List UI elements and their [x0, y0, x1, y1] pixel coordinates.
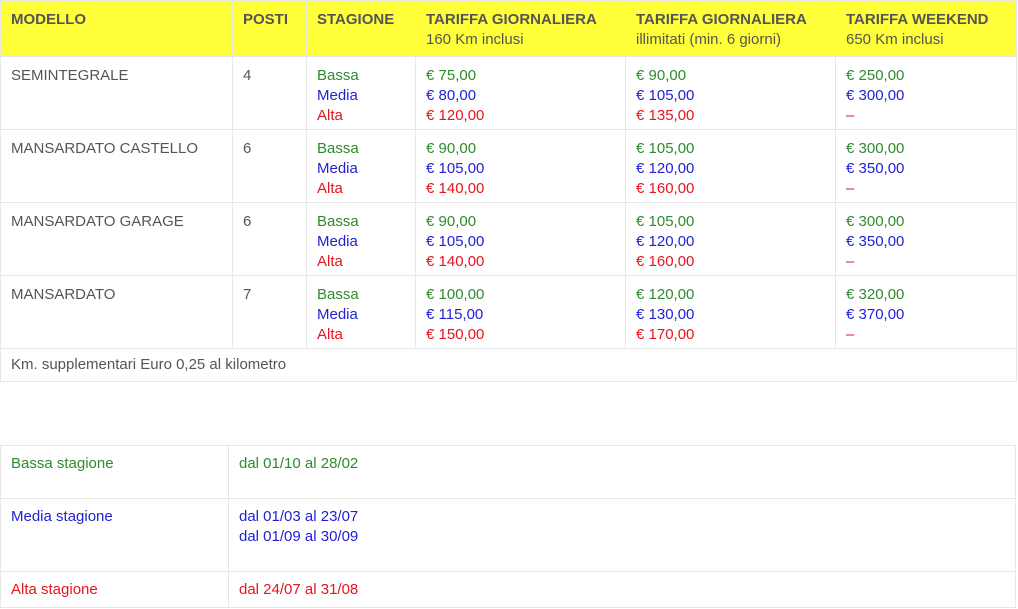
- cell-posti: 7: [232, 275, 307, 349]
- cell-stagione: Bassa Media Alta: [306, 202, 416, 276]
- cell-tariffa-160: € 90,00 € 105,00 € 140,00: [415, 202, 626, 276]
- table-row: SEMINTEGRALE 4 Bassa Media Alta € 75,00 …: [0, 56, 1017, 130]
- table-row: MANSARDATO GARAGE 6 Bassa Media Alta € 9…: [0, 202, 1017, 276]
- km-supplementari-note: Km. supplementari Euro 0,25 al kilometro: [0, 348, 1017, 382]
- cell-tariffa-weekend: € 300,00 € 350,00 –: [835, 129, 1017, 203]
- table-row: MANSARDATO CASTELLO 6 Bassa Media Alta €…: [0, 129, 1017, 203]
- footer-row: Km. supplementari Euro 0,25 al kilometro: [0, 348, 1017, 382]
- table-row: MANSARDATO 7 Bassa Media Alta € 100,00 €…: [0, 275, 1017, 349]
- cell-modello: SEMINTEGRALE: [0, 56, 233, 130]
- header-tariffa-giornaliera-illimitati: TARIFFA GIORNALIERA illimitati (min. 6 g…: [625, 0, 836, 57]
- cell-tariffa-illimitati: € 105,00 € 120,00 € 160,00: [625, 202, 836, 276]
- cell-tariffa-illimitati: € 120,00 € 130,00 € 170,00: [625, 275, 836, 349]
- cell-tariffa-weekend: € 300,00 € 350,00 –: [835, 202, 1017, 276]
- header-tariffa-weekend: TARIFFA WEEKEND 650 Km inclusi: [835, 0, 1017, 57]
- cell-stagione: Bassa Media Alta: [306, 56, 416, 130]
- cell-tariffa-160: € 90,00 € 105,00 € 140,00: [415, 129, 626, 203]
- table-row: Bassa stagione dal 01/10 al 28/02: [0, 445, 1016, 499]
- cell-tariffa-weekend: € 320,00 € 370,00 –: [835, 275, 1017, 349]
- season-label-alta: Alta stagione: [0, 571, 229, 608]
- cell-tariffa-illimitati: € 90,00 € 105,00 € 135,00: [625, 56, 836, 130]
- rates-header-row: MODELLO POSTI STAGIONE TARIFFA GIORNALIE…: [0, 0, 1017, 57]
- header-posti: POSTI: [232, 0, 307, 57]
- cell-tariffa-160: € 75,00 € 80,00 € 120,00: [415, 56, 626, 130]
- cell-stagione: Bassa Media Alta: [306, 275, 416, 349]
- header-tariffa-giornaliera-160: TARIFFA GIORNALIERA 160 Km inclusi: [415, 0, 626, 57]
- cell-posti: 6: [232, 202, 307, 276]
- cell-modello: MANSARDATO GARAGE: [0, 202, 233, 276]
- cell-posti: 6: [232, 129, 307, 203]
- cell-modello: MANSARDATO CASTELLO: [0, 129, 233, 203]
- season-dates-table: Bassa stagione dal 01/10 al 28/02 Media …: [0, 445, 1016, 608]
- season-label-media: Media stagione: [0, 498, 229, 572]
- table-row: Alta stagione dal 24/07 al 31/08: [0, 571, 1016, 608]
- cell-tariffa-illimitati: € 105,00 € 120,00 € 160,00: [625, 129, 836, 203]
- season-dates-bassa: dal 01/10 al 28/02: [228, 445, 1016, 499]
- cell-stagione: Bassa Media Alta: [306, 129, 416, 203]
- header-modello: MODELLO: [0, 0, 233, 57]
- rates-table: MODELLO POSTI STAGIONE TARIFFA GIORNALIE…: [0, 0, 1017, 382]
- cell-modello: MANSARDATO: [0, 275, 233, 349]
- cell-posti: 4: [232, 56, 307, 130]
- header-stagione: STAGIONE: [306, 0, 416, 57]
- season-dates-alta: dal 24/07 al 31/08: [228, 571, 1016, 608]
- season-dates-media: dal 01/03 al 23/07 dal 01/09 al 30/09: [228, 498, 1016, 572]
- cell-tariffa-weekend: € 250,00 € 300,00 –: [835, 56, 1017, 130]
- table-row: Media stagione dal 01/03 al 23/07 dal 01…: [0, 498, 1016, 572]
- cell-tariffa-160: € 100,00 € 115,00 € 150,00: [415, 275, 626, 349]
- season-label-bassa: Bassa stagione: [0, 445, 229, 499]
